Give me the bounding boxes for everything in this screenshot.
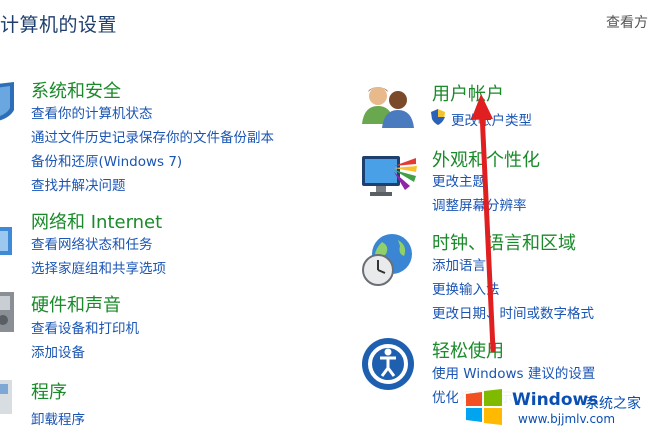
windows-logo-icon bbox=[466, 389, 502, 425]
watermark-url: www.bjjmlv.com bbox=[518, 412, 616, 426]
annotation-arrow bbox=[471, 94, 496, 353]
watermark-cn: 系统之家 bbox=[585, 396, 641, 412]
